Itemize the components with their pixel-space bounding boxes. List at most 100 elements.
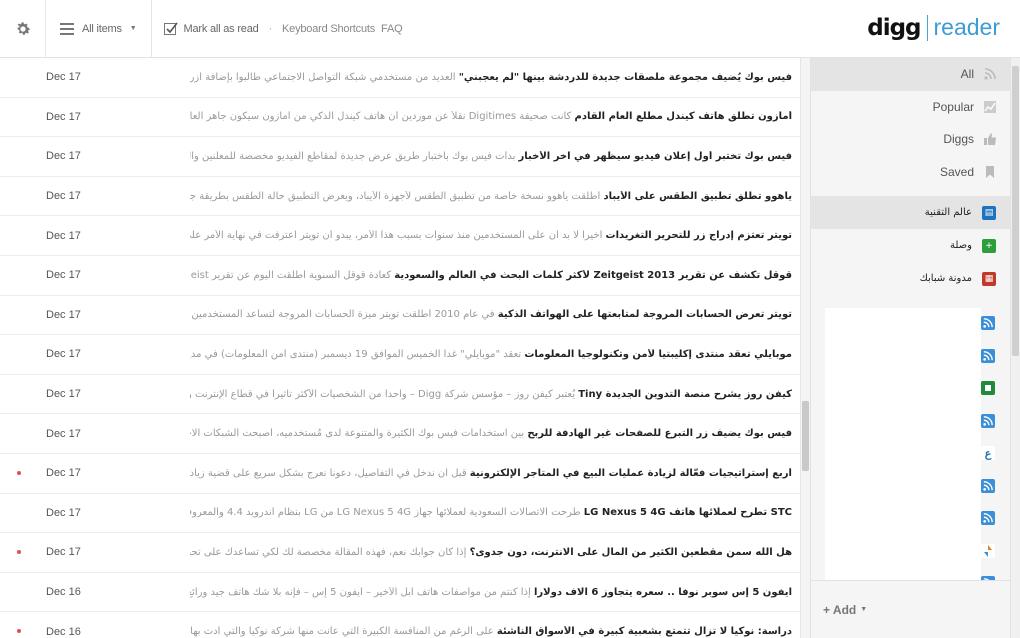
article-snippet: إذا كان جوابك نعم، فهذه المقالة مخصصة لك… [190, 546, 467, 558]
article-snippet: إذا كنتم من مواصفات هاتف آبل الأخير – آي… [190, 586, 531, 598]
article-row[interactable]: Dec 17 تويتر تعرض الحسابات المروجة لمتابع… [0, 296, 800, 336]
caret-down-icon: ▼ [129, 25, 137, 32]
tech-world-favicon-icon: ▤ [982, 205, 996, 220]
article-title: أمازون تطلق هاتف كيندل مطلع العام القادم [574, 111, 793, 123]
feed-label: وصلة [950, 240, 972, 251]
colorful-feed-icon[interactable] [981, 543, 995, 558]
article-title: كيفن روز يشرح منصة التدوين الجديدة Tiny [578, 388, 792, 400]
article-row[interactable]: Dec 17 موبايلي تعقد منتدى إكليبتيا لأمن و… [0, 335, 800, 375]
article-text: ياهوو تطلق تطبيق الطقس على الأيباد أطلقت… [190, 191, 792, 202]
mark-all-read-group: Mark all as read · Keyboard Shortcuts FAQ [152, 0, 415, 58]
caret-down-icon: ▼ [860, 606, 868, 613]
feed-item-tech-world[interactable]: عالم التقنية ▤ [811, 196, 1010, 229]
nav-saved[interactable]: Saved [811, 156, 1010, 189]
article-row[interactable]: Dec 17 أمازون تطلق هاتف كيندل مطلع العام … [0, 98, 800, 138]
digg-reader-logo[interactable]: digg reader [867, 14, 1000, 41]
article-text: آيفون 5 إس سوبر نوفا .. سعره يتجاوز 6 آل… [190, 587, 792, 598]
article-row[interactable]: Dec 16 دراسة: نوكيا لا تزال تتمتع بشعبية … [0, 612, 800, 638]
rss-icon[interactable] [981, 348, 995, 363]
article-row[interactable]: Dec 17 فيس بوك يُضيف مجموعة ملصقات جديدة … [0, 58, 800, 98]
article-snippet: يُعتبر كيفن روز – مؤسس شركة Digg – واحدا… [190, 388, 576, 400]
all-items-label: All items [82, 22, 122, 35]
rss-icon[interactable] [981, 511, 995, 525]
nav-popular-label: Popular [932, 99, 974, 114]
article-row[interactable]: Dec 17 هل الله سمن مقطعين الكثير من المال… [0, 533, 800, 573]
sidebar-scroll-thumb[interactable] [1012, 66, 1019, 356]
article-row[interactable]: Dec 17 كيفن روز يشرح منصة التدوين الجديدة… [0, 375, 800, 415]
article-text: دراسة: نوكيا لا تزال تتمتع بشعبية كبيرة … [190, 626, 792, 637]
article-text: كيفن روز يشرح منصة التدوين الجديدة Tiny … [190, 389, 792, 400]
logo-divider [926, 14, 928, 41]
nav-all[interactable]: All [811, 58, 1010, 91]
article-title: فيس بوك تختبر أول إعلان فيديو سيظهر في آ… [518, 150, 792, 162]
thumbs-up-icon [984, 133, 996, 146]
article-title: STC تطرح لعملائها هاتف LG Nexus 5 4G [583, 507, 792, 519]
nav-all-label: All [960, 67, 974, 82]
arabic-feed-icon[interactable]: ع [981, 446, 995, 460]
article-date: Dec 17 [46, 348, 81, 361]
article-text: تويتر تعرض الحسابات المروجة لمتابعتها عل… [190, 309, 792, 320]
rss-icon[interactable] [981, 478, 995, 493]
bookmark-icon [986, 165, 994, 178]
article-date: Dec 16 [46, 586, 81, 599]
rss-icon[interactable] [981, 413, 995, 428]
rss-icon[interactable] [981, 316, 995, 330]
feed-label: عالم التقنية [924, 207, 972, 218]
article-text: فيس بوك يُضيف مجموعة ملصقات جديدة للدردش… [190, 72, 792, 83]
nav-popular[interactable]: Popular [811, 91, 1010, 124]
article-title: فيس بوك يضيف زر التبرع للصفحات غير الهاد… [527, 428, 792, 440]
article-row[interactable]: Dec 17 فيس بوك تختبر أول إعلان فيديو سيظه… [0, 137, 800, 177]
article-snippet: في عام 2010 أطلقت تويتر ميزة الحسابات ال… [190, 309, 495, 321]
article-text: فيس بوك تختبر أول إعلان فيديو سيظهر في آ… [190, 151, 792, 162]
settings-button[interactable] [0, 0, 46, 58]
article-text: موبايلي تعقد منتدى إكليبتيا لأمن وتكنولو… [190, 349, 792, 360]
article-text: أمازون تطلق هاتف كيندل مطلع العام القادم… [190, 111, 792, 122]
article-text: STC تطرح لعملائها هاتف LG Nexus 5 4G طرح… [190, 507, 792, 518]
logo-reader: reader [933, 14, 1000, 40]
article-date: Dec 17 [46, 190, 81, 203]
article-snippet: طرحت الاتصالات السعودية لعملائها جهاز LG… [190, 507, 581, 519]
article-date: Dec 17 [46, 308, 81, 321]
article-snippet: كعادة قوقل السنوية أطلقت اليوم عن تقرير … [190, 269, 392, 281]
article-date: Dec 17 [46, 110, 81, 123]
article-snippet: قبل ان ندخل في التفاصيل، دعونا نعرج بشكل… [190, 467, 467, 479]
article-row[interactable]: Dec 17 فيس بوك يضيف زر التبرع للصفحات غير… [0, 414, 800, 454]
plus-favicon-icon: + [982, 238, 996, 253]
nav-saved-label: Saved [939, 164, 974, 179]
article-row[interactable]: Dec 17 تويتر تعتزم إدراج زر للتحرير التغر… [0, 216, 800, 256]
feed-item-shababek[interactable]: مدونة شبابك ▦ [811, 262, 1010, 295]
feed-item-wasla[interactable]: وصلة + [811, 229, 1010, 262]
article-date: Dec 17 [46, 269, 81, 282]
article-title: تويتر تعتزم إدراج زر للتحرير التغريدات [605, 230, 792, 242]
article-row[interactable]: Dec 16 آيفون 5 إس سوبر نوفا .. سعره يتجاو… [0, 573, 800, 613]
all-items-dropdown[interactable]: All items ▼ [46, 0, 152, 58]
unread-dot-icon [17, 629, 21, 634]
article-snippet: أطلقت ياهوو نسخة خاصة من تطبيق الطقس لأج… [190, 190, 601, 202]
blog-favicon-icon: ▦ [982, 271, 996, 286]
add-feed-button[interactable]: + Add ▼ [811, 580, 1011, 638]
article-title: تويتر تعرض الحسابات المروجة لمتابعتها عل… [497, 309, 792, 321]
feed-label: مدونة شبابك [919, 273, 972, 284]
faq-link[interactable]: FAQ [381, 23, 403, 35]
article-snippet: بين استخدامات فيس بوك الكثيرة والمتنوعة … [190, 428, 525, 440]
green-feed-icon[interactable] [981, 381, 995, 395]
logo-digg: digg [867, 14, 921, 41]
article-title: قوقل تكشف عن تقرير Zeitgeist 2013 لأكثر … [394, 269, 792, 281]
article-title: فيس بوك يُضيف مجموعة ملصقات جديدة للدردش… [458, 71, 792, 83]
article-row[interactable]: Dec 17 STC تطرح لعملائها هاتف LG Nexus 5 … [0, 494, 800, 534]
article-title: آيفون 5 إس سوبر نوفا .. سعره يتجاوز 6 آل… [533, 586, 792, 598]
article-list: Dec 17 فيس بوك يُضيف مجموعة ملصقات جديدة … [0, 58, 800, 638]
sidebar-scrollbar[interactable] [1010, 58, 1020, 638]
keyboard-shortcuts-link[interactable]: Keyboard Shortcuts [282, 23, 375, 35]
mark-all-read-button[interactable]: Mark all as read [184, 23, 259, 35]
article-row[interactable]: Dec 17 أربع إستراتيجيات فعّالة لزيادة عمل… [0, 454, 800, 494]
article-snippet: أخيراً لا بد أن على المستخدمين منذ سنوات… [190, 230, 603, 242]
article-snippet: بدأت فيس بوك باختبار طريق عرض جديدة لمقا… [190, 150, 516, 162]
article-title: أربع إستراتيجيات فعّالة لزيادة عمليات ال… [469, 467, 792, 479]
article-row[interactable]: Dec 17 قوقل تكشف عن تقرير Zeitgeist 2013 … [0, 256, 800, 296]
article-date: Dec 17 [46, 546, 81, 559]
article-list-scroll-thumb[interactable] [802, 401, 809, 471]
article-list-scrollbar[interactable] [800, 58, 810, 638]
nav-diggs[interactable]: Diggs [811, 123, 1010, 156]
article-row[interactable]: Dec 17 ياهوو تطلق تطبيق الطقس على الأيباد… [0, 177, 800, 217]
